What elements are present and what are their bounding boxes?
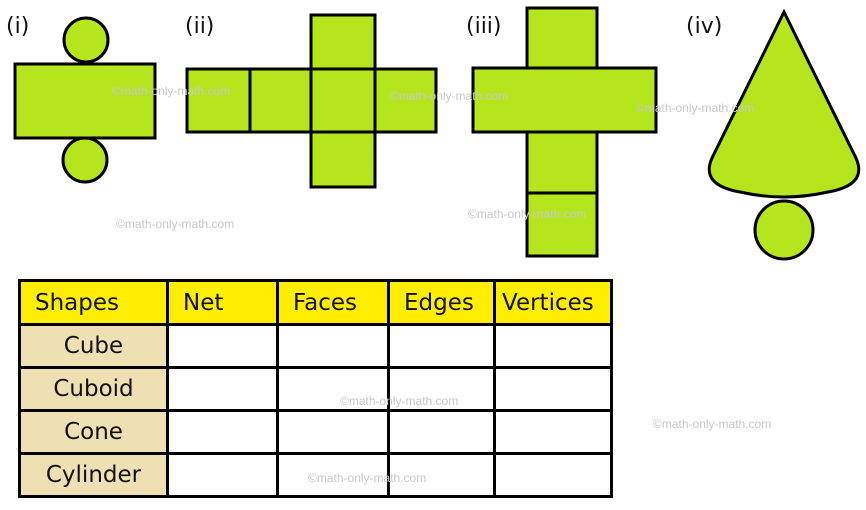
cuboid-face <box>525 191 599 258</box>
header-net: Net <box>166 279 279 326</box>
cylinder-bottom-circle <box>61 136 109 184</box>
vertices-cell <box>493 452 613 498</box>
faces-cell <box>276 323 390 369</box>
watermark: ©math-only-math.com <box>468 207 587 221</box>
watermark: ©math-only-math.com <box>116 217 235 231</box>
header-edges: Edges <box>387 279 496 326</box>
net-cell <box>166 409 279 455</box>
header-shapes: Shapes <box>18 279 169 326</box>
net-label-ii: (ii) <box>185 14 215 39</box>
net-label-i: (i) <box>6 14 30 39</box>
row-shape-name: Cube <box>18 323 169 369</box>
vertices-cell <box>493 323 613 369</box>
row-shape-name: Cylinder <box>18 452 169 498</box>
table-row: Cuboid <box>18 366 613 412</box>
table-row: Cone <box>18 409 613 455</box>
edges-cell <box>387 409 496 455</box>
net-label-iii: (iii) <box>466 14 502 39</box>
cone-base-circle <box>753 199 815 261</box>
net-cell <box>166 323 279 369</box>
vertices-cell <box>493 409 613 455</box>
cuboid-face <box>525 130 599 195</box>
faces-cell <box>276 409 390 455</box>
row-shape-name: Cuboid <box>18 366 169 412</box>
vertices-cell <box>493 366 613 412</box>
watermark: ©math-only-math.com <box>390 89 509 103</box>
cube-face <box>309 13 377 71</box>
net-cell <box>166 452 279 498</box>
table-header-row: Shapes Net Faces Edges Vertices <box>18 279 613 326</box>
cube-face <box>309 67 377 134</box>
cylinder-net <box>13 16 157 184</box>
table-row: Cube <box>18 323 613 369</box>
cylinder-top-circle <box>62 16 110 64</box>
cuboid-face <box>525 6 599 70</box>
net-cell <box>166 366 279 412</box>
cube-face <box>248 67 313 134</box>
edges-cell <box>387 323 496 369</box>
watermark: ©math-only-math.com <box>308 471 427 485</box>
cylinder-lateral-rect <box>13 62 157 140</box>
shapes-table: Shapes Net Faces Edges Vertices Cube Cub… <box>18 279 613 498</box>
watermark: ©math-only-math.com <box>112 84 231 98</box>
cube-face <box>185 67 252 134</box>
watermark: ©math-only-math.com <box>636 101 755 115</box>
watermark: ©math-only-math.com <box>340 394 459 408</box>
header-vertices: Vertices <box>493 279 613 326</box>
watermark: ©math-only-math.com <box>653 417 772 431</box>
net-label-iv: (iv) <box>686 14 723 39</box>
cone-net <box>707 8 861 261</box>
cube-face <box>309 130 377 189</box>
row-shape-name: Cone <box>18 409 169 455</box>
header-faces: Faces <box>276 279 390 326</box>
